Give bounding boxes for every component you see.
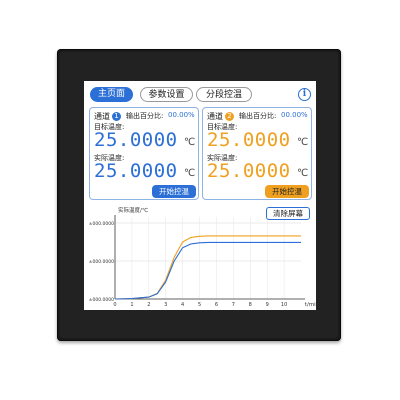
tab-parameter-settings[interactable]: 参数设置 [140, 87, 193, 102]
y-tick-label: ±000.0000 [89, 221, 114, 227]
x-tick-label: 10 [281, 302, 287, 308]
tab-main-page[interactable]: 主页面 [90, 87, 133, 102]
channel-1-target-unit: ℃ [184, 137, 196, 148]
touch-screen: 主页面 参数设置 分段控温 i 通道 1 输出百分比: 00.00% 目标温度: … [84, 81, 316, 310]
channel-1-panel: 通道 1 输出百分比: 00.00% 目标温度: 25.0000 ℃ 实际温度: … [89, 107, 199, 200]
channel-2-actual-value: 25.0000 [207, 160, 291, 182]
channel-1-actual-value: 25.0000 [94, 160, 178, 182]
channel-1-actual-unit: ℃ [184, 168, 196, 179]
x-tick-label: 9 [266, 302, 269, 308]
x-tick-label: 2 [147, 302, 150, 308]
y-axis-label: 实际温度/℃ [118, 206, 148, 214]
series-line-2 [114, 241, 301, 300]
x-tick-label: 7 [232, 302, 235, 308]
channel-1-title: 通道 1 [94, 111, 121, 122]
y-tick-label: ±000.0000 [89, 297, 114, 303]
x-tick-label: 3 [164, 302, 167, 308]
x-tick-label: 1 [130, 302, 133, 308]
channel-2-title-text: 通道 [207, 112, 223, 121]
channel-2-panel: 通道 2 输出百分比: 00.00% 目标温度: 25.0000 ℃ 实际温度: … [202, 107, 312, 200]
channel-2-output-label: 输出百分比: [239, 112, 277, 120]
channel-2-target-unit: ℃ [297, 137, 309, 148]
x-tick-label: 4 [181, 302, 184, 308]
series-line-1 [114, 235, 301, 300]
info-icon[interactable]: i [298, 88, 311, 101]
channel-2-target-value[interactable]: 25.0000 [207, 129, 291, 151]
channel-1-target-value[interactable]: 25.0000 [94, 129, 178, 151]
temperature-chart: 实际温度/℃ ±000.0000 ±000.0000 ±000.0000 0 1 2 3 4 5 6… [84, 204, 316, 310]
x-axis-label: t/min [305, 302, 316, 308]
channel-1-title-text: 通道 [94, 112, 110, 121]
channel-2-start-button[interactable]: 开始控温 [265, 185, 309, 198]
channel-1-number-badge: 1 [112, 112, 121, 121]
channel-2-actual-unit: ℃ [297, 168, 309, 179]
tab-segment-temp-control[interactable]: 分段控温 [196, 87, 252, 102]
x-tick-label: 0 [113, 302, 116, 308]
x-tick-label: 6 [215, 302, 218, 308]
clear-screen-button[interactable]: 清除屏幕 [266, 207, 310, 220]
channel-2-output-value: 00.00% [281, 111, 308, 119]
channel-1-output-value: 00.00% [168, 111, 195, 119]
channel-2-number-badge: 2 [225, 112, 234, 121]
channel-1-output-label: 输出百分比: [126, 112, 164, 120]
x-tick-label: 5 [198, 302, 201, 308]
channel-1-start-button[interactable]: 开始控温 [152, 185, 196, 198]
channel-2-title: 通道 2 [207, 111, 234, 122]
x-tick-label: 8 [249, 302, 252, 308]
y-tick-label: ±000.0000 [89, 259, 114, 265]
